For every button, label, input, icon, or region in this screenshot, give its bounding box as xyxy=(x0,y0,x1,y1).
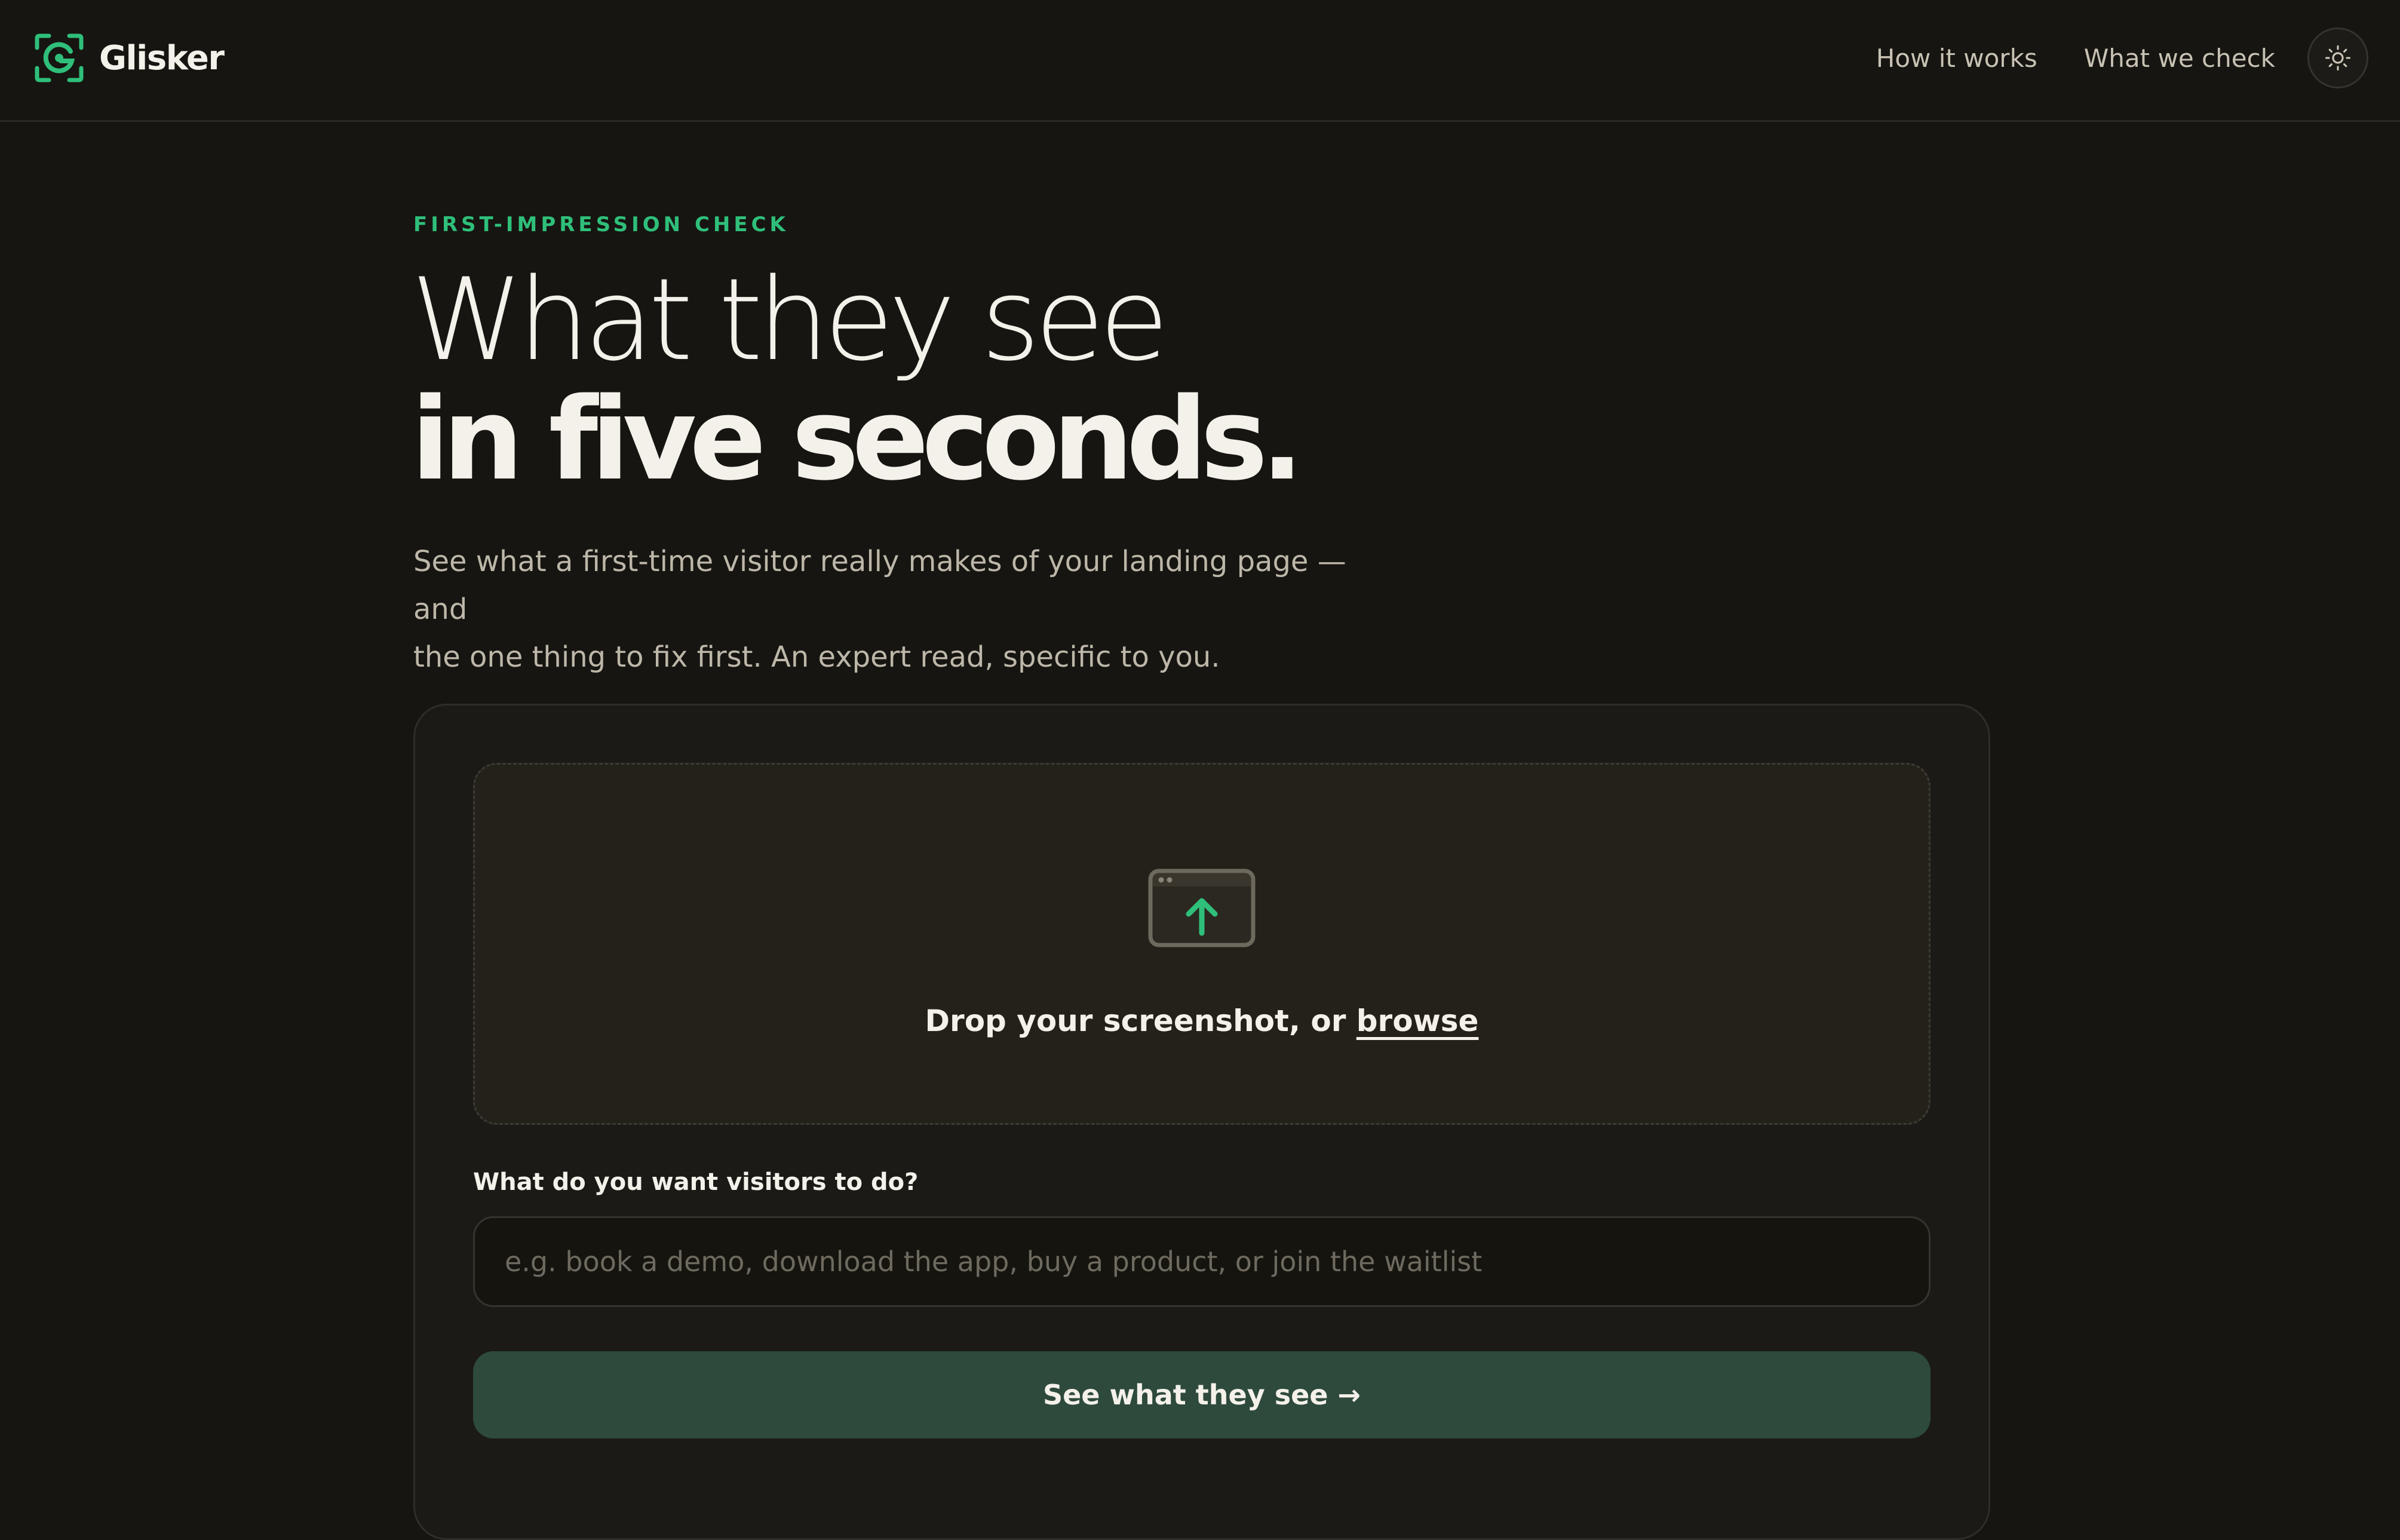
top-header: Glisker How it works What we check xyxy=(0,0,2400,122)
hero-title-line-2: in five seconds. xyxy=(411,373,1304,505)
sun-icon xyxy=(2325,45,2351,71)
browse-link[interactable]: browse xyxy=(1356,1004,1479,1038)
dropzone-prompt: Drop your screenshot, or browse xyxy=(473,1004,1931,1038)
hero-subtitle-line-1: See what a first-time visitor really mak… xyxy=(413,545,1346,626)
hero-eyebrow: FIRST-IMPRESSION CHECK xyxy=(413,213,789,237)
brand-logo[interactable]: Glisker xyxy=(35,33,225,82)
glisker-logo-icon xyxy=(35,33,84,82)
dropzone-prompt-text: Drop your screenshot, or xyxy=(925,1004,1356,1038)
hero-subtitle: See what a first-time visitor really mak… xyxy=(413,538,1369,681)
nav-link-what-we-check[interactable]: What we check xyxy=(2084,44,2275,73)
main-nav: How it works What we check xyxy=(1830,27,2368,88)
theme-toggle-button[interactable] xyxy=(2307,27,2368,88)
brand-name: Glisker xyxy=(99,38,225,78)
hero-title-line-1: What they see xyxy=(411,254,1169,386)
goal-field-label: What do you want visitors to do? xyxy=(473,1168,919,1196)
goal-input[interactable] xyxy=(473,1216,1931,1307)
upload-window-icon xyxy=(1148,869,1256,947)
submit-button-label: See what they see → xyxy=(1042,1379,1361,1411)
nav-link-how-it-works[interactable]: How it works xyxy=(1876,44,2037,73)
submit-button[interactable]: See what they see → xyxy=(473,1351,1931,1438)
hero-subtitle-line-2: the one thing to fix first. An expert re… xyxy=(413,640,1220,674)
